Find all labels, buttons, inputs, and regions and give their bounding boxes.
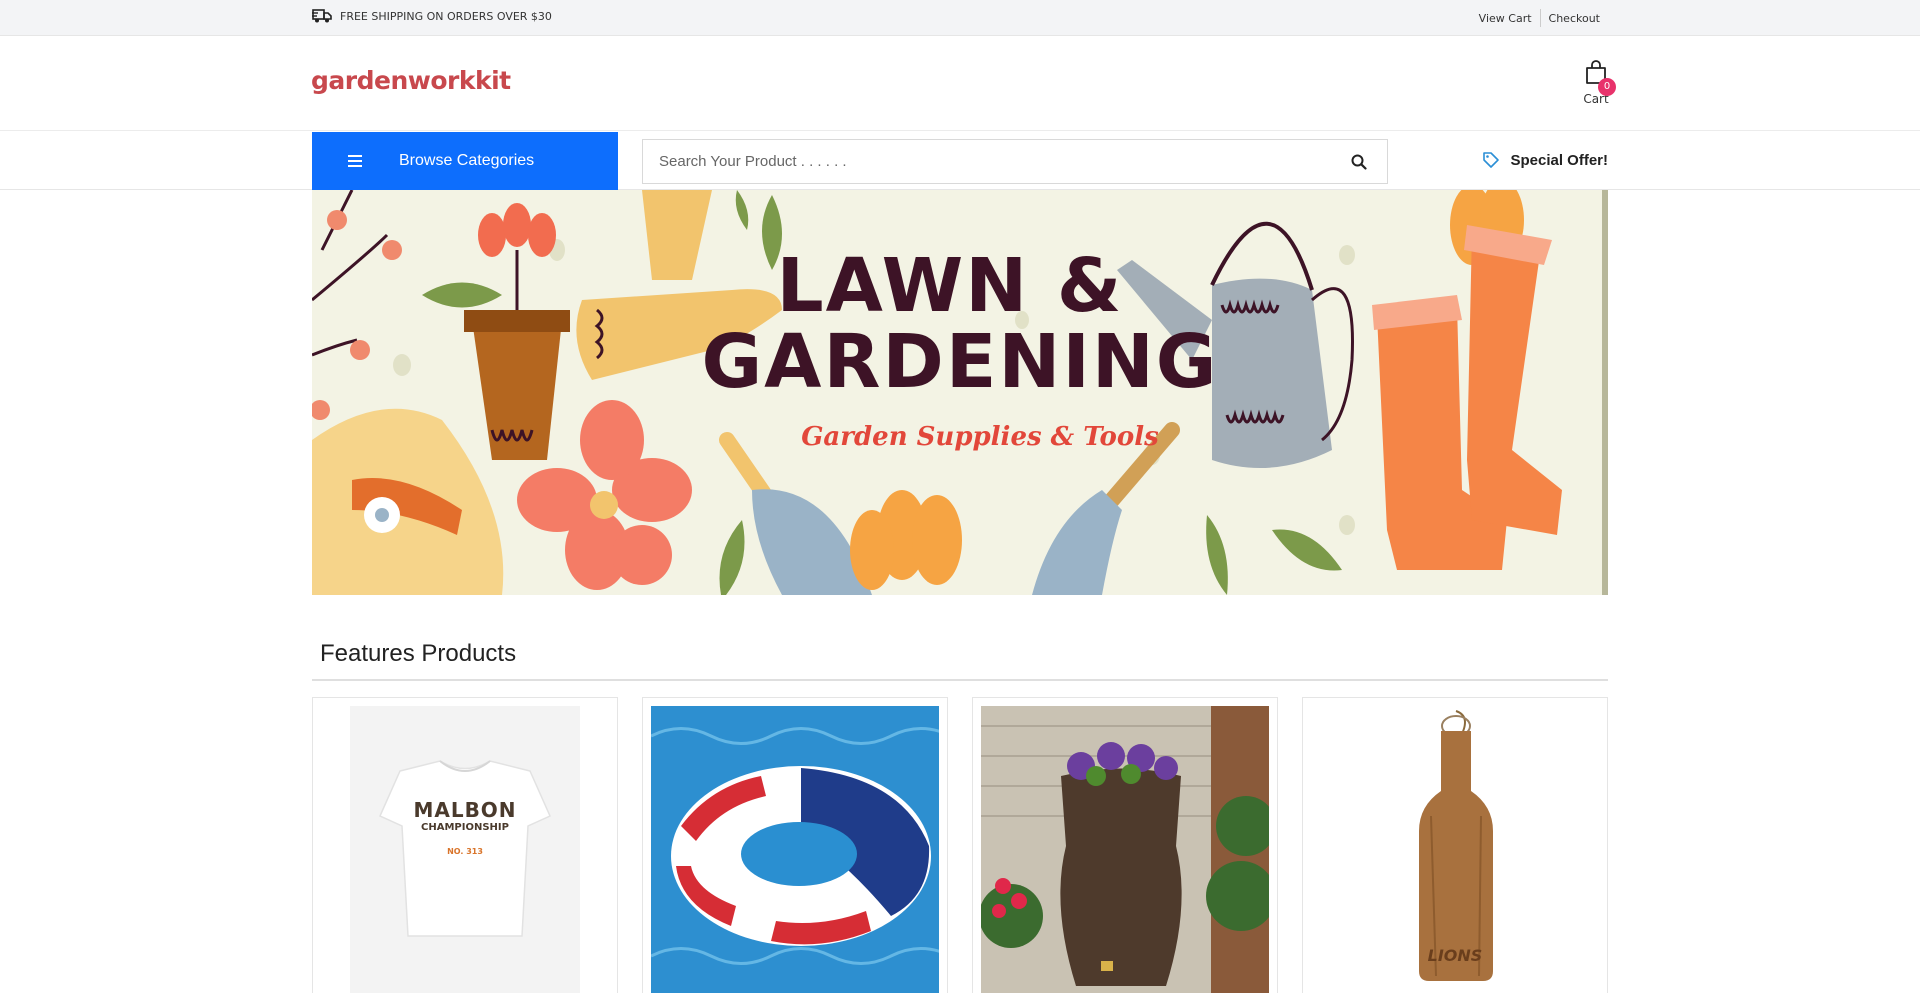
search-input[interactable]	[643, 140, 1331, 183]
print-line: MALBON	[413, 798, 517, 822]
site-logo[interactable]: gardenworkkit	[311, 66, 511, 95]
board-engraving: LIONS	[1427, 946, 1483, 965]
site-header: gardenworkkit 0 Cart	[0, 36, 1920, 131]
hero-subtitle: Garden Supplies & Tools	[801, 422, 1159, 452]
view-cart-link[interactable]: View Cart	[1471, 12, 1540, 25]
cart-count-badge: 0	[1598, 78, 1616, 96]
section-title: Features Products	[320, 640, 517, 667]
product-card[interactable]: LIONS	[1302, 697, 1608, 993]
shipping-notice: FREE SHIPPING ON ORDERS OVER $30	[312, 8, 552, 24]
product-card[interactable]	[642, 697, 948, 993]
product-image[interactable]	[650, 706, 947, 993]
rain-barrel-image	[979, 706, 1276, 993]
section-divider	[312, 679, 1608, 681]
product-image[interactable]: MALBON CHAMPIONSHIP NO. 313	[350, 706, 580, 993]
special-offer-link[interactable]: Special Offer!	[1482, 151, 1608, 169]
tag-icon	[1483, 152, 1500, 168]
top-links: View Cart Checkout	[1471, 9, 1608, 27]
hamburger-icon	[348, 152, 362, 170]
hero-banner[interactable]: LAWN & GARDENING Garden Supplies & Tools	[312, 190, 1608, 595]
search-bar	[642, 139, 1388, 184]
print-line: NO. 313	[447, 847, 483, 856]
top-bar: FREE SHIPPING ON ORDERS OVER $30 View Ca…	[0, 0, 1920, 36]
product-image[interactable]	[979, 706, 1276, 993]
hero-title-line2: GARDENING	[701, 319, 1219, 405]
tshirt-print: MALBON CHAMPIONSHIP NO. 313	[350, 798, 580, 856]
shipping-text: FREE SHIPPING ON ORDERS OVER $30	[340, 9, 552, 23]
product-image[interactable]: LIONS	[1311, 706, 1599, 993]
nav-row: Browse Categories Special Offer!	[0, 131, 1920, 190]
browse-categories-button[interactable]: Browse Categories	[312, 132, 618, 190]
print-line: CHAMPIONSHIP	[421, 822, 509, 833]
special-offer-label: Special Offer!	[1510, 151, 1608, 169]
truck-icon	[312, 9, 332, 23]
browse-categories-label: Browse Categories	[399, 152, 535, 169]
checkout-link[interactable]: Checkout	[1541, 12, 1608, 25]
cart-button[interactable]: 0 Cart	[1580, 58, 1616, 106]
search-icon	[1351, 154, 1367, 170]
hero-title-line1: LAWN &	[776, 243, 1124, 329]
pool-float-image	[650, 706, 947, 993]
product-card[interactable]: MALBON CHAMPIONSHIP NO. 313	[312, 697, 618, 993]
product-card[interactable]	[972, 697, 1278, 993]
search-button[interactable]	[1331, 140, 1387, 183]
hero-title: LAWN & GARDENING	[312, 248, 1608, 400]
